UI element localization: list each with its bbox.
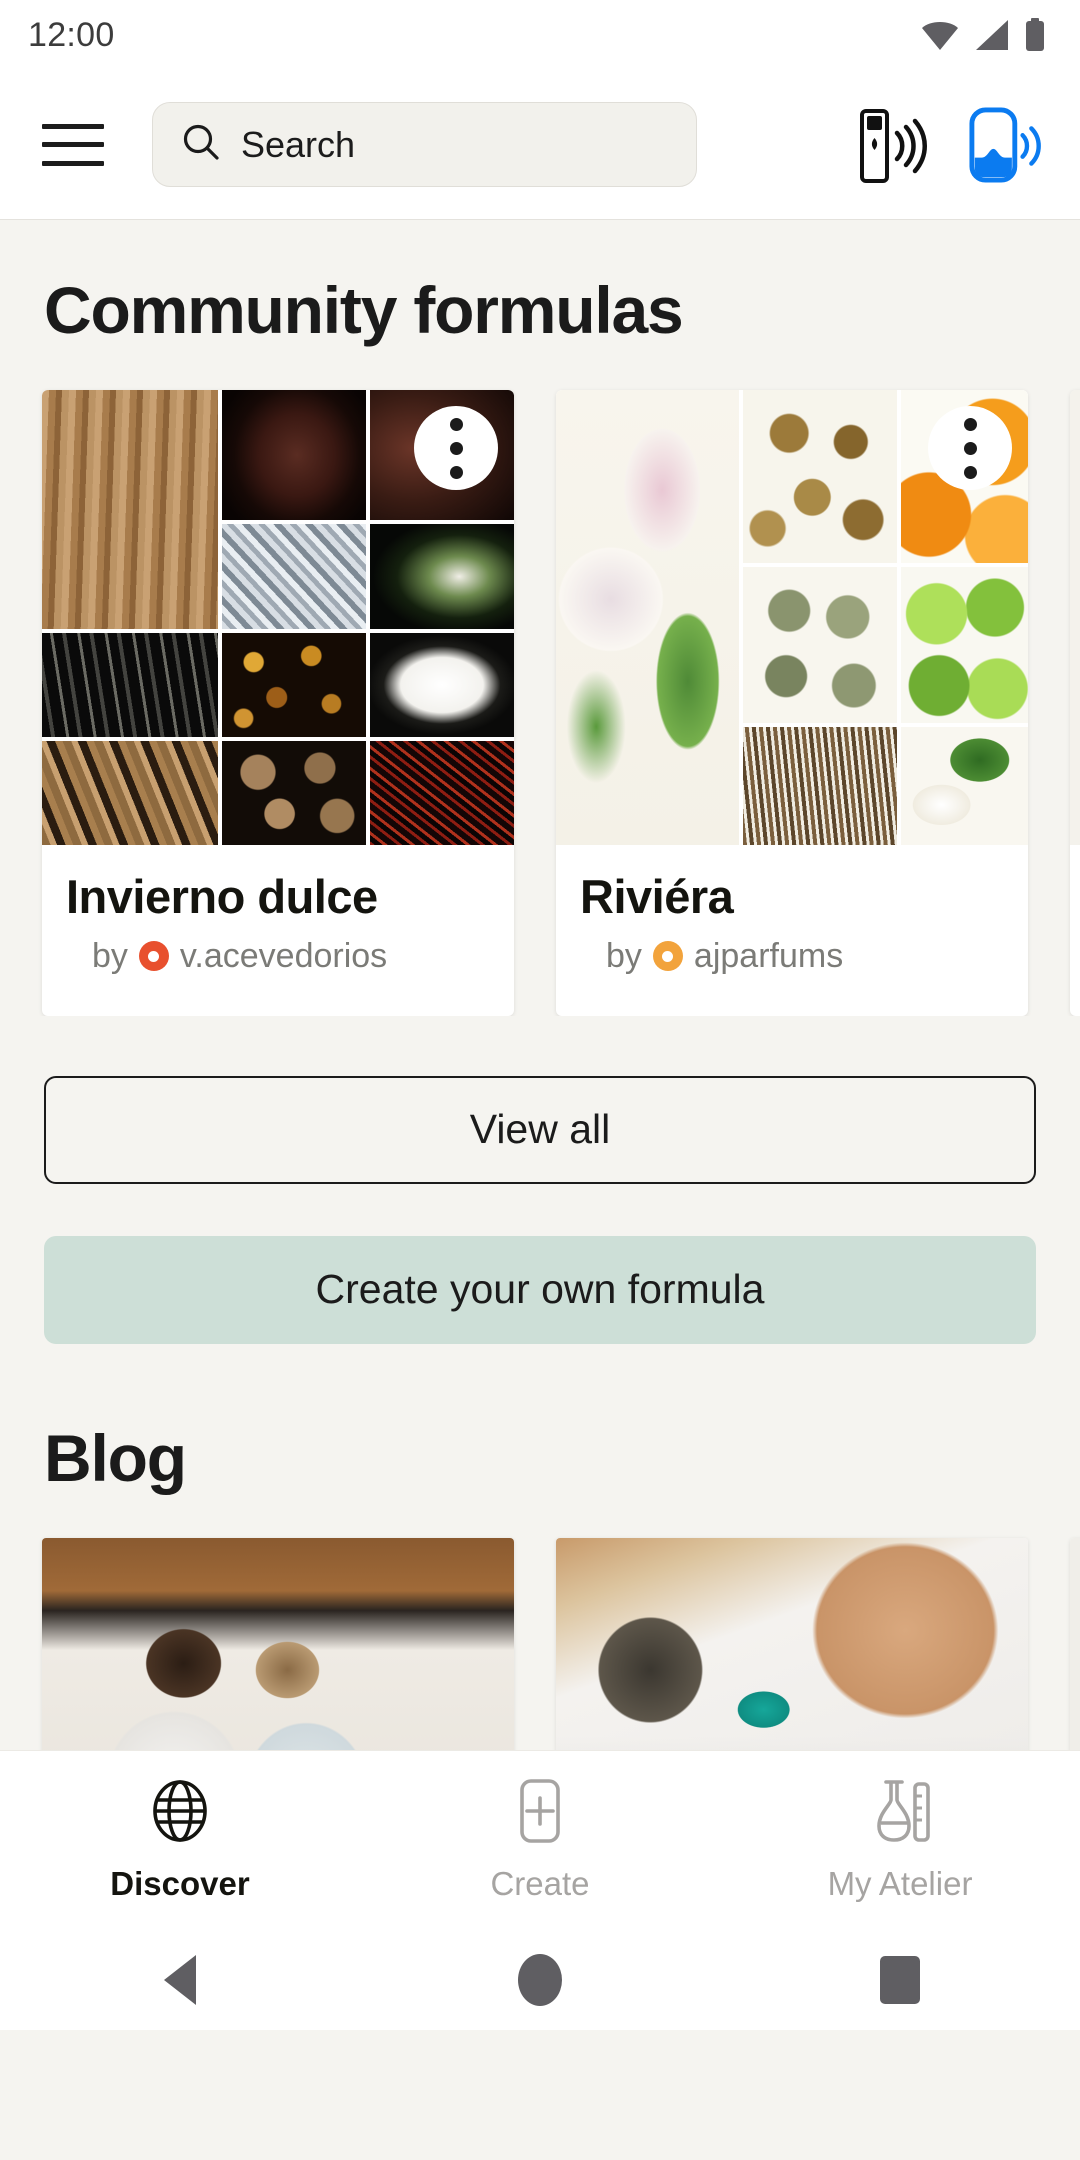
formula-ingredient-mosaic [42, 390, 514, 845]
formula-card[interactable]: Invierno dulce by v.acevedorios [42, 390, 514, 1016]
formula-title: Invierno dulce [66, 870, 378, 923]
ingredient-tile [742, 566, 898, 724]
menu-dot [449, 441, 463, 455]
nav-label-my-atelier: My Atelier [827, 1865, 973, 1902]
status-time: 12:00 [28, 15, 115, 54]
menu-dot [963, 417, 977, 431]
formula-card[interactable]: Riviéra by ajparfums [556, 390, 1028, 1016]
ingredient-tile [221, 740, 366, 845]
bottom-navigation: Discover Create My Atelier [0, 1750, 1080, 1930]
formula-author[interactable]: by v.acevedorios [66, 937, 514, 976]
ingredient-tile [42, 390, 218, 629]
ingredient-tile [556, 390, 739, 845]
cellular-signal-icon [974, 19, 1010, 51]
ingredient-tile [221, 524, 366, 629]
ingredient-tile [369, 740, 514, 845]
view-all-button[interactable]: View all [44, 1075, 1036, 1184]
status-bar: 12:00 [0, 0, 1080, 70]
community-formulas-rail[interactable]: Invierno dulce by v.acevedorios Riviéra … [0, 348, 1080, 1016]
nav-item-discover[interactable]: Discover [0, 1778, 360, 1903]
recents-square-icon[interactable] [720, 1956, 1080, 2004]
author-name: ajparfums [693, 936, 844, 975]
hamburger-bar [42, 142, 104, 147]
author-name: v.acevedorios [179, 936, 388, 975]
app-header: Search [0, 70, 1080, 220]
formula-card-body: by [1070, 845, 1080, 964]
ingredient-tile [901, 727, 1028, 845]
formula-ingredient-mosaic [556, 390, 1028, 845]
create-your-own-formula-button[interactable]: Create your own formula [44, 1235, 1036, 1344]
wifi-icon [920, 19, 960, 51]
community-actions: View all Create your own formula [0, 1016, 1080, 1344]
ingredient-tile [742, 727, 898, 845]
ingredient-tile [221, 390, 366, 521]
avatar [652, 941, 683, 972]
battery-icon [1024, 18, 1046, 52]
hamburger-bar [42, 123, 104, 129]
ingredient-tile [42, 632, 218, 737]
nav-item-create[interactable]: Create [360, 1778, 720, 1903]
nav-label-discover: Discover [110, 1865, 250, 1902]
back-triangle-icon[interactable] [0, 1955, 360, 2005]
nav-label-create: Create [490, 1865, 590, 1902]
ingredient-tile [369, 632, 514, 737]
search-input[interactable]: Search [152, 102, 697, 187]
device-nfc-icon[interactable] [968, 102, 1046, 188]
menu-dot [963, 465, 977, 479]
hamburger-bar [42, 160, 104, 166]
formula-ingredient-mosaic [1070, 390, 1080, 845]
by-label: by [606, 936, 642, 975]
by-label: by [92, 936, 128, 975]
home-circle-icon[interactable] [360, 1954, 720, 2006]
search-placeholder: Search [241, 123, 356, 165]
status-icons [920, 18, 1046, 52]
formula-card-body: Riviéra by ajparfums [556, 845, 1028, 1016]
formula-title: Riviéra [580, 870, 734, 923]
ingredient-tile [369, 524, 514, 629]
hamburger-menu-icon[interactable] [42, 118, 104, 172]
menu-dot [963, 441, 977, 455]
menu-dot [449, 465, 463, 479]
system-navigation-bar [0, 1930, 1080, 2030]
more-options-icon[interactable] [928, 406, 1012, 490]
scroll-content[interactable]: Community formulas Invierno dulce by v.a… [0, 220, 1080, 2030]
cartridge-nfc-icon[interactable] [854, 102, 932, 188]
search-icon [181, 122, 221, 167]
ingredient-tile [742, 390, 898, 563]
more-options-icon[interactable] [414, 406, 498, 490]
header-actions [854, 102, 1052, 188]
formula-card-body: Invierno dulce by v.acevedorios [42, 845, 514, 1016]
ingredient-tile [901, 566, 1028, 724]
globe-icon [147, 1778, 213, 1849]
flask-icon [865, 1778, 935, 1849]
ingredient-tile [1070, 390, 1080, 845]
avatar [138, 941, 169, 972]
blog-section-title: Blog [44, 1420, 187, 1495]
plus-in-phone-icon [509, 1778, 571, 1849]
ingredient-tile [221, 632, 366, 737]
nav-item-my-atelier[interactable]: My Atelier [720, 1778, 1080, 1903]
page-title: Community formulas [44, 273, 684, 347]
menu-dot [449, 417, 463, 431]
formula-author[interactable]: by ajparfums [580, 937, 1028, 976]
ingredient-tile [42, 740, 218, 845]
formula-card[interactable]: by [1070, 390, 1080, 1016]
